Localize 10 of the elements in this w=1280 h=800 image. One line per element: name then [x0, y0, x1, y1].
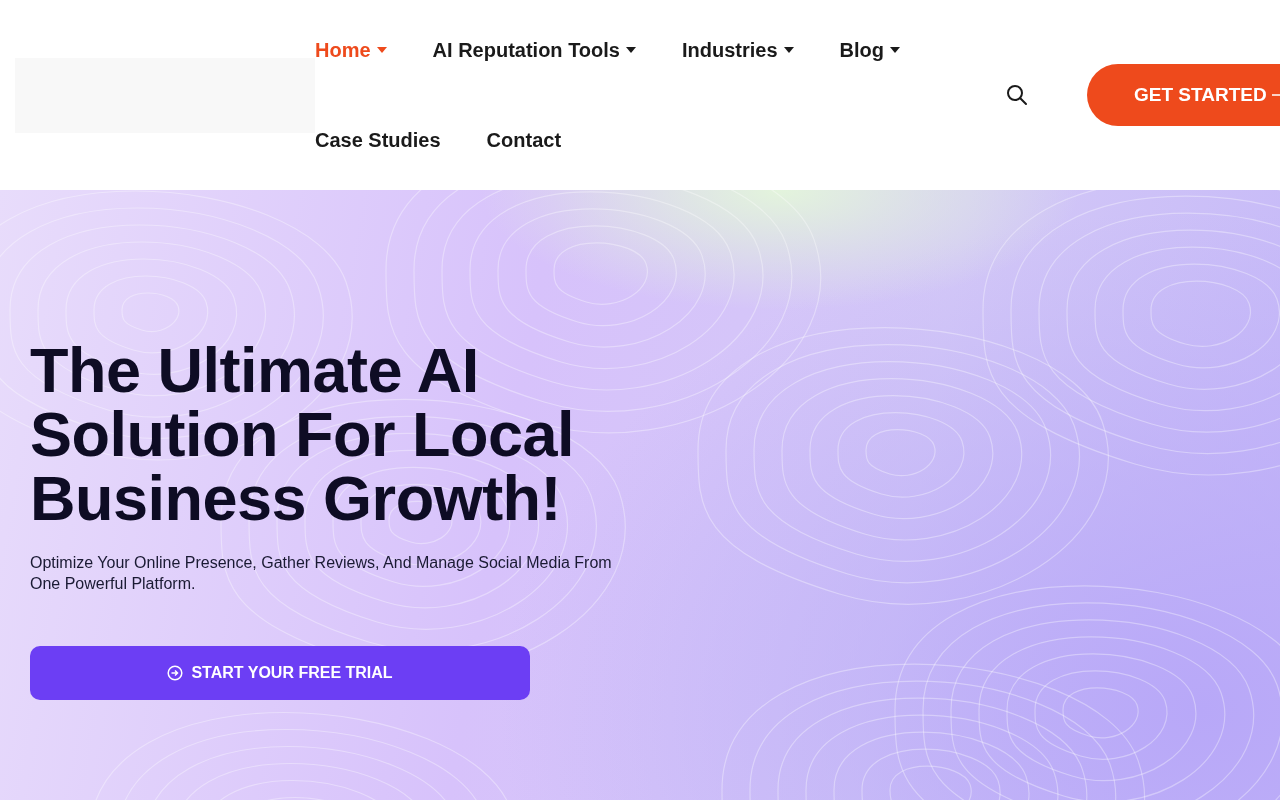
nav-link[interactable]: Case Studies: [315, 125, 441, 155]
hero-subtitle: Optimize Your Online Presence, Gather Reviews, And Manage Social Media From One Powerful Platform.: [30, 553, 613, 594]
nav-link[interactable]: Home: [315, 35, 387, 65]
nav-link[interactable]: Contact: [486, 125, 562, 155]
get-started-button[interactable]: GET STARTED: [1087, 64, 1280, 126]
free-trial-button[interactable]: START YOUR FREE TRIAL: [30, 646, 530, 700]
nav-link[interactable]: AI Reputation Tools: [432, 35, 636, 65]
hero-title: The Ultimate AI Solution For Local Business Growth!: [30, 338, 575, 530]
nav-link[interactable]: Blog: [839, 35, 900, 65]
nav-link[interactable]: Industries: [682, 35, 794, 65]
